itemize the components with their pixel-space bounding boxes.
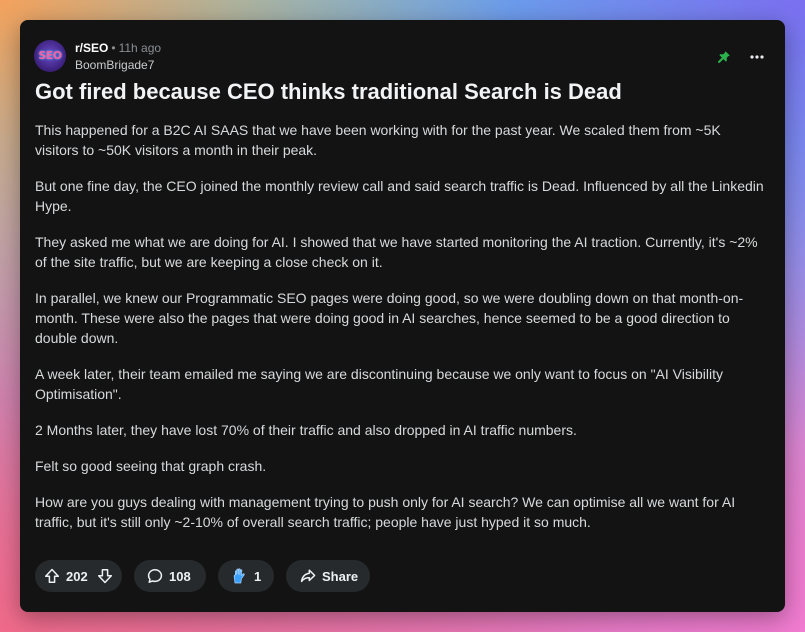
post-paragraph: How are you guys dealing with management… [35,494,736,530]
more-options-icon[interactable] [749,49,765,65]
comment-bubble-icon [147,568,163,584]
award-count: 1 [254,569,262,584]
post-paragraph: A week later, their team emailed me sayi… [35,366,723,402]
post-time: 11h ago [118,41,162,55]
post-meta: r/SEO • 11h ago [75,41,161,55]
post-title[interactable]: Got fired because CEO thinks traditional… [35,78,771,106]
post-paragraph: This happened for a B2C AI SAAS that we … [35,122,721,158]
award-hand-icon [231,567,249,585]
meta-separator: • [111,41,116,55]
post-paragraph: They asked me what we are doing for AI. … [35,234,758,270]
post-header: SEO r/SEO • 11h ago BoomBrigade7 [34,40,771,74]
author-username[interactable]: BoomBrigade7 [75,58,154,72]
post-paragraph: Felt so good seeing that graph crash. [35,458,267,474]
subreddit-avatar[interactable]: SEO [34,40,66,72]
vote-control: 202 [35,560,122,592]
post-body: This happened for a B2C AI SAAS that we … [35,120,765,548]
comment-count: 108 [169,569,191,584]
post-paragraph: 2 Months later, they have lost 70% of th… [35,422,577,438]
subreddit-link[interactable]: r/SEO [75,41,108,55]
downvote-arrow-icon[interactable] [97,568,113,584]
vote-count: 202 [66,569,88,584]
pin-icon [717,50,731,64]
comments-button[interactable]: 108 [134,560,206,592]
award-button[interactable]: 1 [218,560,274,592]
post-paragraph: But one fine day, the CEO joined the mon… [35,178,764,214]
post-card: SEO r/SEO • 11h ago BoomBrigade7 Got fired… [20,20,785,612]
post-paragraph: In parallel, we knew our Programmatic SE… [35,290,744,346]
upvote-arrow-icon[interactable] [44,568,60,584]
avatar-logo-text: SEO [38,49,62,62]
share-label: Share [322,569,359,584]
share-arrow-icon [300,568,316,584]
share-button[interactable]: Share [286,560,370,592]
